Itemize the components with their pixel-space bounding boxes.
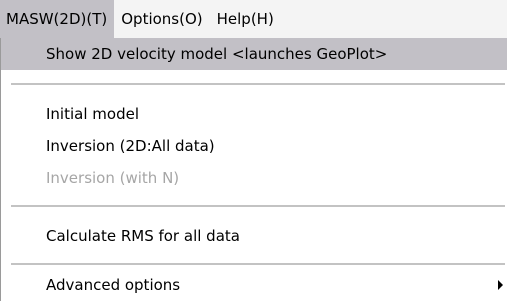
menu-item-label: Show 2D velocity model <launches GeoPlot… [46,45,388,63]
menu-help[interactable]: Help(H) [210,0,281,38]
menu-separator [11,205,505,207]
menu-separator [11,83,505,85]
menu-item-label: Calculate RMS for all data [46,227,240,245]
menu-masw-2d[interactable]: MASW(2D)(T) [0,0,115,38]
menu-item-initial-model[interactable]: Initial model [1,98,507,130]
chevron-right-icon [498,280,503,290]
menu-item-show-2d-velocity-model[interactable]: Show 2D velocity model <launches GeoPlot… [1,38,507,70]
masw-2d-dropdown-menu: Show 2D velocity model <launches GeoPlot… [0,38,507,301]
menu-item-advanced-options[interactable]: Advanced options [1,269,507,301]
menu-item-label: Initial model [46,105,139,123]
menu-item-calculate-rms[interactable]: Calculate RMS for all data [1,220,507,252]
menu-bar: MASW(2D)(T) Options(O) Help(H) [0,0,507,38]
menu-item-inversion-with-n: Inversion (with N) [1,162,507,194]
menu-item-label: Inversion (2D:All data) [46,137,215,155]
application-window: MASW(2D)(T) Options(O) Help(H) Show 2D v… [0,0,507,301]
menu-item-inversion-2d-all-data[interactable]: Inversion (2D:All data) [1,130,507,162]
menu-options[interactable]: Options(O) [114,0,209,38]
menu-item-label: Inversion (with N) [46,169,180,187]
menu-item-label: Advanced options [46,276,181,294]
menu-separator [11,263,505,265]
